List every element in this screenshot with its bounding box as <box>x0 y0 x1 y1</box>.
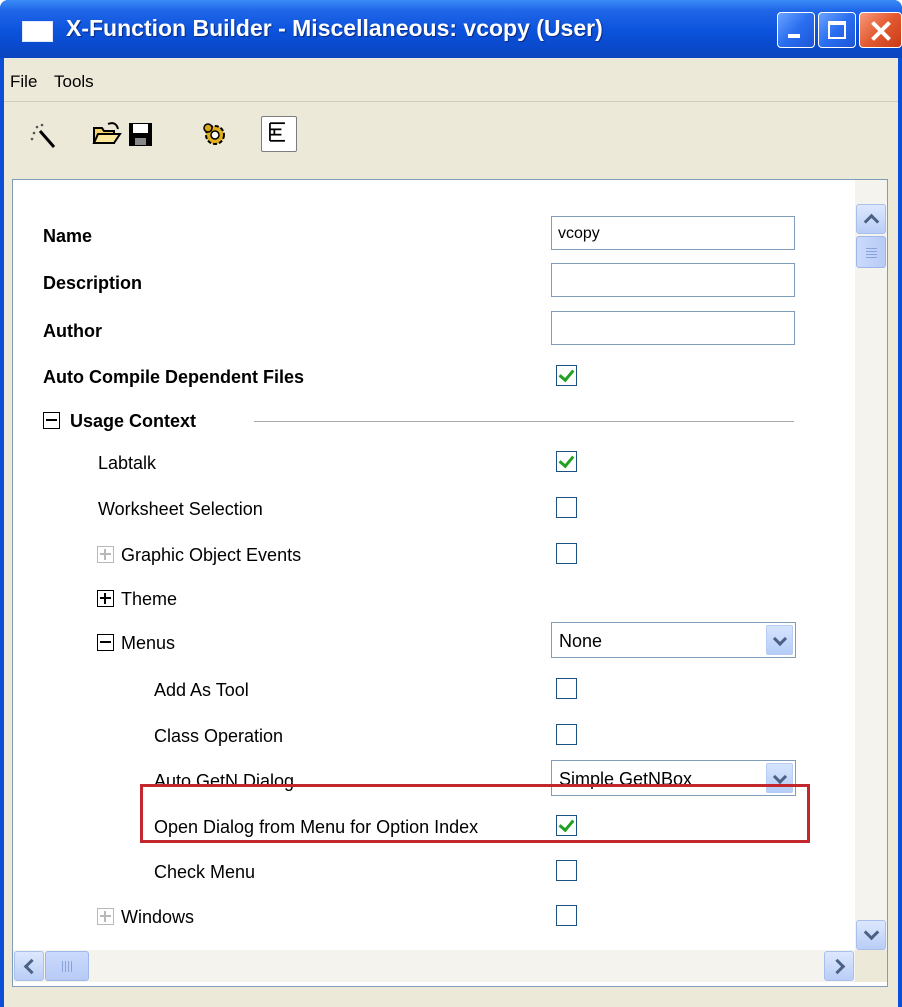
property-row-windows: Windows <box>13 895 855 941</box>
maximize-button[interactable] <box>818 12 856 48</box>
windows-label: Windows <box>121 907 195 927</box>
graphic-object-events-expand-icon <box>97 546 114 563</box>
worksheet-selection-label: Worksheet Selection <box>98 499 263 519</box>
group-usage-context: Usage Context <box>13 399 855 445</box>
check-menu-checkbox[interactable] <box>556 860 577 881</box>
scroll-left-button[interactable] <box>14 951 44 981</box>
description-label: Description <box>43 273 143 293</box>
worksheet-selection-checkbox[interactable] <box>556 497 577 518</box>
add-as-tool-checkbox[interactable] <box>556 678 577 699</box>
menus-collapse-icon[interactable] <box>97 634 114 651</box>
minimize-button[interactable] <box>777 12 815 48</box>
vertical-scroll-thumb[interactable] <box>856 236 886 268</box>
property-grid: Name vcopy Description Author Auto Compi… <box>13 180 855 950</box>
compile-gear-icon[interactable] <box>200 119 230 149</box>
scroll-right-button[interactable] <box>824 951 854 981</box>
scroll-up-button[interactable] <box>856 204 886 234</box>
property-row-theme: Theme <box>13 577 855 623</box>
vertical-scrollbar[interactable] <box>855 180 887 950</box>
class-operation-checkbox[interactable] <box>556 724 577 745</box>
author-field[interactable] <box>551 311 795 345</box>
property-row-auto-compile: Auto Compile Dependent Files <box>13 355 855 401</box>
graphic-object-events-checkbox[interactable] <box>556 543 577 564</box>
client-area: File Tools Name vcopy Description Author… <box>4 58 898 1007</box>
save-icon[interactable] <box>126 119 156 149</box>
description-field[interactable] <box>551 263 795 297</box>
menus-label: Menus <box>121 633 176 653</box>
property-row-author: Author <box>13 309 855 355</box>
window-title: X-Function Builder - Miscellaneous: vcop… <box>66 15 603 41</box>
property-row-labtalk: Labtalk <box>13 441 855 487</box>
scroll-down-button[interactable] <box>856 920 886 950</box>
add-as-tool-label: Add As Tool <box>154 680 249 700</box>
menu-bar: File Tools <box>4 58 898 102</box>
group-divider <box>254 421 794 422</box>
property-row-graphic-object-events: Graphic Object Events <box>13 533 855 579</box>
tree-view-icon[interactable] <box>261 116 297 152</box>
usage-context-label: Usage Context <box>70 411 197 431</box>
name-field[interactable]: vcopy <box>551 216 795 250</box>
theme-label: Theme <box>121 589 178 609</box>
labtalk-label: Labtalk <box>98 453 157 473</box>
menu-tools[interactable]: Tools <box>54 72 94 92</box>
title-bar[interactable]: X-Function Builder - Miscellaneous: vcop… <box>0 0 902 58</box>
chevron-down-icon[interactable] <box>766 625 793 655</box>
property-row-add-as-tool: Add As Tool <box>13 668 855 714</box>
check-menu-label: Check Menu <box>154 862 256 882</box>
windows-expand-icon <box>97 908 114 925</box>
windows-checkbox[interactable] <box>556 905 577 926</box>
graphic-object-events-label: Graphic Object Events <box>121 545 302 565</box>
property-row-name: Name vcopy <box>13 214 855 260</box>
property-row-menus: Menus None <box>13 621 855 667</box>
theme-expand-icon[interactable] <box>97 590 114 607</box>
author-label: Author <box>43 321 102 341</box>
open-folder-icon[interactable] <box>92 119 122 149</box>
usage-context-collapse-icon[interactable] <box>43 412 60 429</box>
close-button[interactable] <box>859 12 902 48</box>
highlight-box <box>140 784 810 843</box>
scrollbar-corner <box>855 950 887 982</box>
name-label: Name <box>43 226 93 246</box>
app-window: X-Function Builder - Miscellaneous: vcop… <box>0 0 902 1007</box>
menus-dropdown-value: None <box>559 631 603 651</box>
auto-compile-label: Auto Compile Dependent Files <box>43 367 305 387</box>
horizontal-scroll-thumb[interactable] <box>45 951 89 981</box>
menu-divider <box>4 101 898 102</box>
labtalk-checkbox[interactable] <box>556 451 577 472</box>
toolbar <box>4 114 898 158</box>
new-wand-icon[interactable] <box>28 119 58 149</box>
class-operation-label: Class Operation <box>154 726 284 746</box>
menu-file[interactable]: File <box>10 72 37 92</box>
property-row-description: Description <box>13 261 855 307</box>
property-row-worksheet-selection: Worksheet Selection <box>13 487 855 533</box>
property-row-check-menu: Check Menu <box>13 850 855 896</box>
auto-compile-checkbox[interactable] <box>556 365 577 386</box>
menus-dropdown[interactable]: None <box>551 622 796 658</box>
property-panel: Name vcopy Description Author Auto Compi… <box>12 179 888 987</box>
horizontal-scrollbar[interactable] <box>13 950 855 982</box>
window-icon <box>22 21 53 42</box>
property-row-class-operation: Class Operation <box>13 714 855 760</box>
